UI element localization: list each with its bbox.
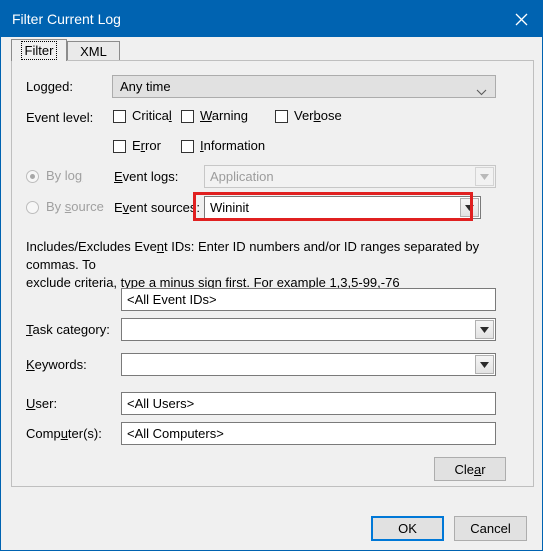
tab-xml[interactable]: XML bbox=[67, 41, 120, 61]
user-value: <All Users> bbox=[127, 396, 195, 411]
event-sources-combobox[interactable]: Wininit bbox=[204, 196, 481, 219]
logged-value: Any time bbox=[120, 79, 171, 94]
checkbox-verbose[interactable]: Verbose bbox=[275, 108, 342, 124]
checkbox-error-label: Error bbox=[132, 138, 161, 153]
event-ids-input[interactable]: <All Event IDs> bbox=[121, 288, 496, 311]
computers-value: <All Computers> bbox=[127, 426, 224, 441]
radio-by-log-box bbox=[26, 169, 39, 183]
ok-button-label: OK bbox=[398, 521, 417, 536]
checkbox-critical[interactable]: Critical bbox=[113, 108, 172, 124]
clear-button-label: Clear bbox=[454, 461, 486, 477]
radio-by-log-label: By log bbox=[46, 168, 83, 183]
dropdown-arrow-icon[interactable] bbox=[460, 198, 479, 217]
dropdown-arrow-icon[interactable] bbox=[475, 355, 494, 374]
keywords-label: Keywords: bbox=[26, 357, 87, 372]
title-bar: Filter Current Log bbox=[1, 1, 542, 37]
logged-combobox[interactable]: Any time bbox=[112, 75, 496, 98]
logged-label: Logged: bbox=[26, 79, 73, 94]
checkbox-warning-label: Warning bbox=[200, 108, 248, 123]
ok-button[interactable]: OK bbox=[371, 516, 444, 541]
checkbox-verbose-box bbox=[275, 109, 288, 123]
user-input[interactable]: <All Users> bbox=[121, 392, 496, 415]
radio-by-source[interactable]: By source bbox=[26, 199, 104, 215]
clear-button[interactable]: Clear bbox=[434, 457, 506, 481]
task-category-label: Task category: bbox=[26, 322, 110, 337]
keywords-combobox[interactable] bbox=[121, 353, 496, 376]
checkbox-error-box bbox=[113, 139, 126, 153]
event-logs-label: Event logs: bbox=[114, 169, 179, 184]
chevron-down-icon bbox=[476, 83, 487, 101]
radio-by-source-box bbox=[26, 200, 39, 214]
task-category-combobox[interactable] bbox=[121, 318, 496, 341]
event-level-label: Event level: bbox=[26, 110, 94, 125]
checkbox-information-box bbox=[181, 139, 194, 153]
tab-filter-label: Filter bbox=[20, 41, 58, 60]
window-title: Filter Current Log bbox=[12, 11, 121, 27]
dropdown-arrow-icon[interactable] bbox=[475, 167, 494, 186]
event-logs-value: Application bbox=[210, 169, 274, 184]
event-logs-combobox[interactable]: Application bbox=[204, 165, 496, 188]
tab-strip: Filter XML bbox=[11, 39, 534, 61]
radio-by-log[interactable]: By log bbox=[26, 168, 82, 184]
checkbox-verbose-label: Verbose bbox=[294, 108, 342, 123]
event-sources-label: Event sources: bbox=[114, 200, 200, 215]
checkbox-warning-box bbox=[181, 109, 194, 123]
filter-tab-panel: Logged: Any time Event level: Critical W… bbox=[11, 60, 534, 487]
checkbox-warning[interactable]: Warning bbox=[181, 108, 248, 124]
radio-by-source-label: By source bbox=[46, 199, 104, 214]
event-ids-value: <All Event IDs> bbox=[127, 292, 217, 307]
dropdown-arrow-icon[interactable] bbox=[475, 320, 494, 339]
checkbox-critical-label: Critical bbox=[132, 108, 172, 123]
event-sources-value: Wininit bbox=[210, 200, 250, 215]
computers-label: Computer(s): bbox=[26, 426, 102, 441]
tab-filter[interactable]: Filter bbox=[11, 39, 67, 61]
cancel-button[interactable]: Cancel bbox=[454, 516, 527, 541]
checkbox-critical-box bbox=[113, 109, 126, 123]
user-label: User: bbox=[26, 396, 58, 411]
event-ids-description: Includes/Excludes Event IDs: Enter ID nu… bbox=[26, 238, 506, 292]
filter-current-log-dialog: Filter Current Log Filter XML Logged: An… bbox=[0, 0, 543, 551]
event-ids-description-line1: Includes/Excludes Event IDs: Enter ID nu… bbox=[26, 239, 480, 272]
tab-xml-label: XML bbox=[80, 44, 107, 59]
checkbox-error[interactable]: Error bbox=[113, 138, 161, 154]
computers-input[interactable]: <All Computers> bbox=[121, 422, 496, 445]
checkbox-information-label: Information bbox=[200, 138, 266, 153]
close-icon[interactable] bbox=[498, 1, 542, 37]
checkbox-information[interactable]: Information bbox=[181, 138, 265, 154]
cancel-button-label: Cancel bbox=[470, 521, 511, 536]
